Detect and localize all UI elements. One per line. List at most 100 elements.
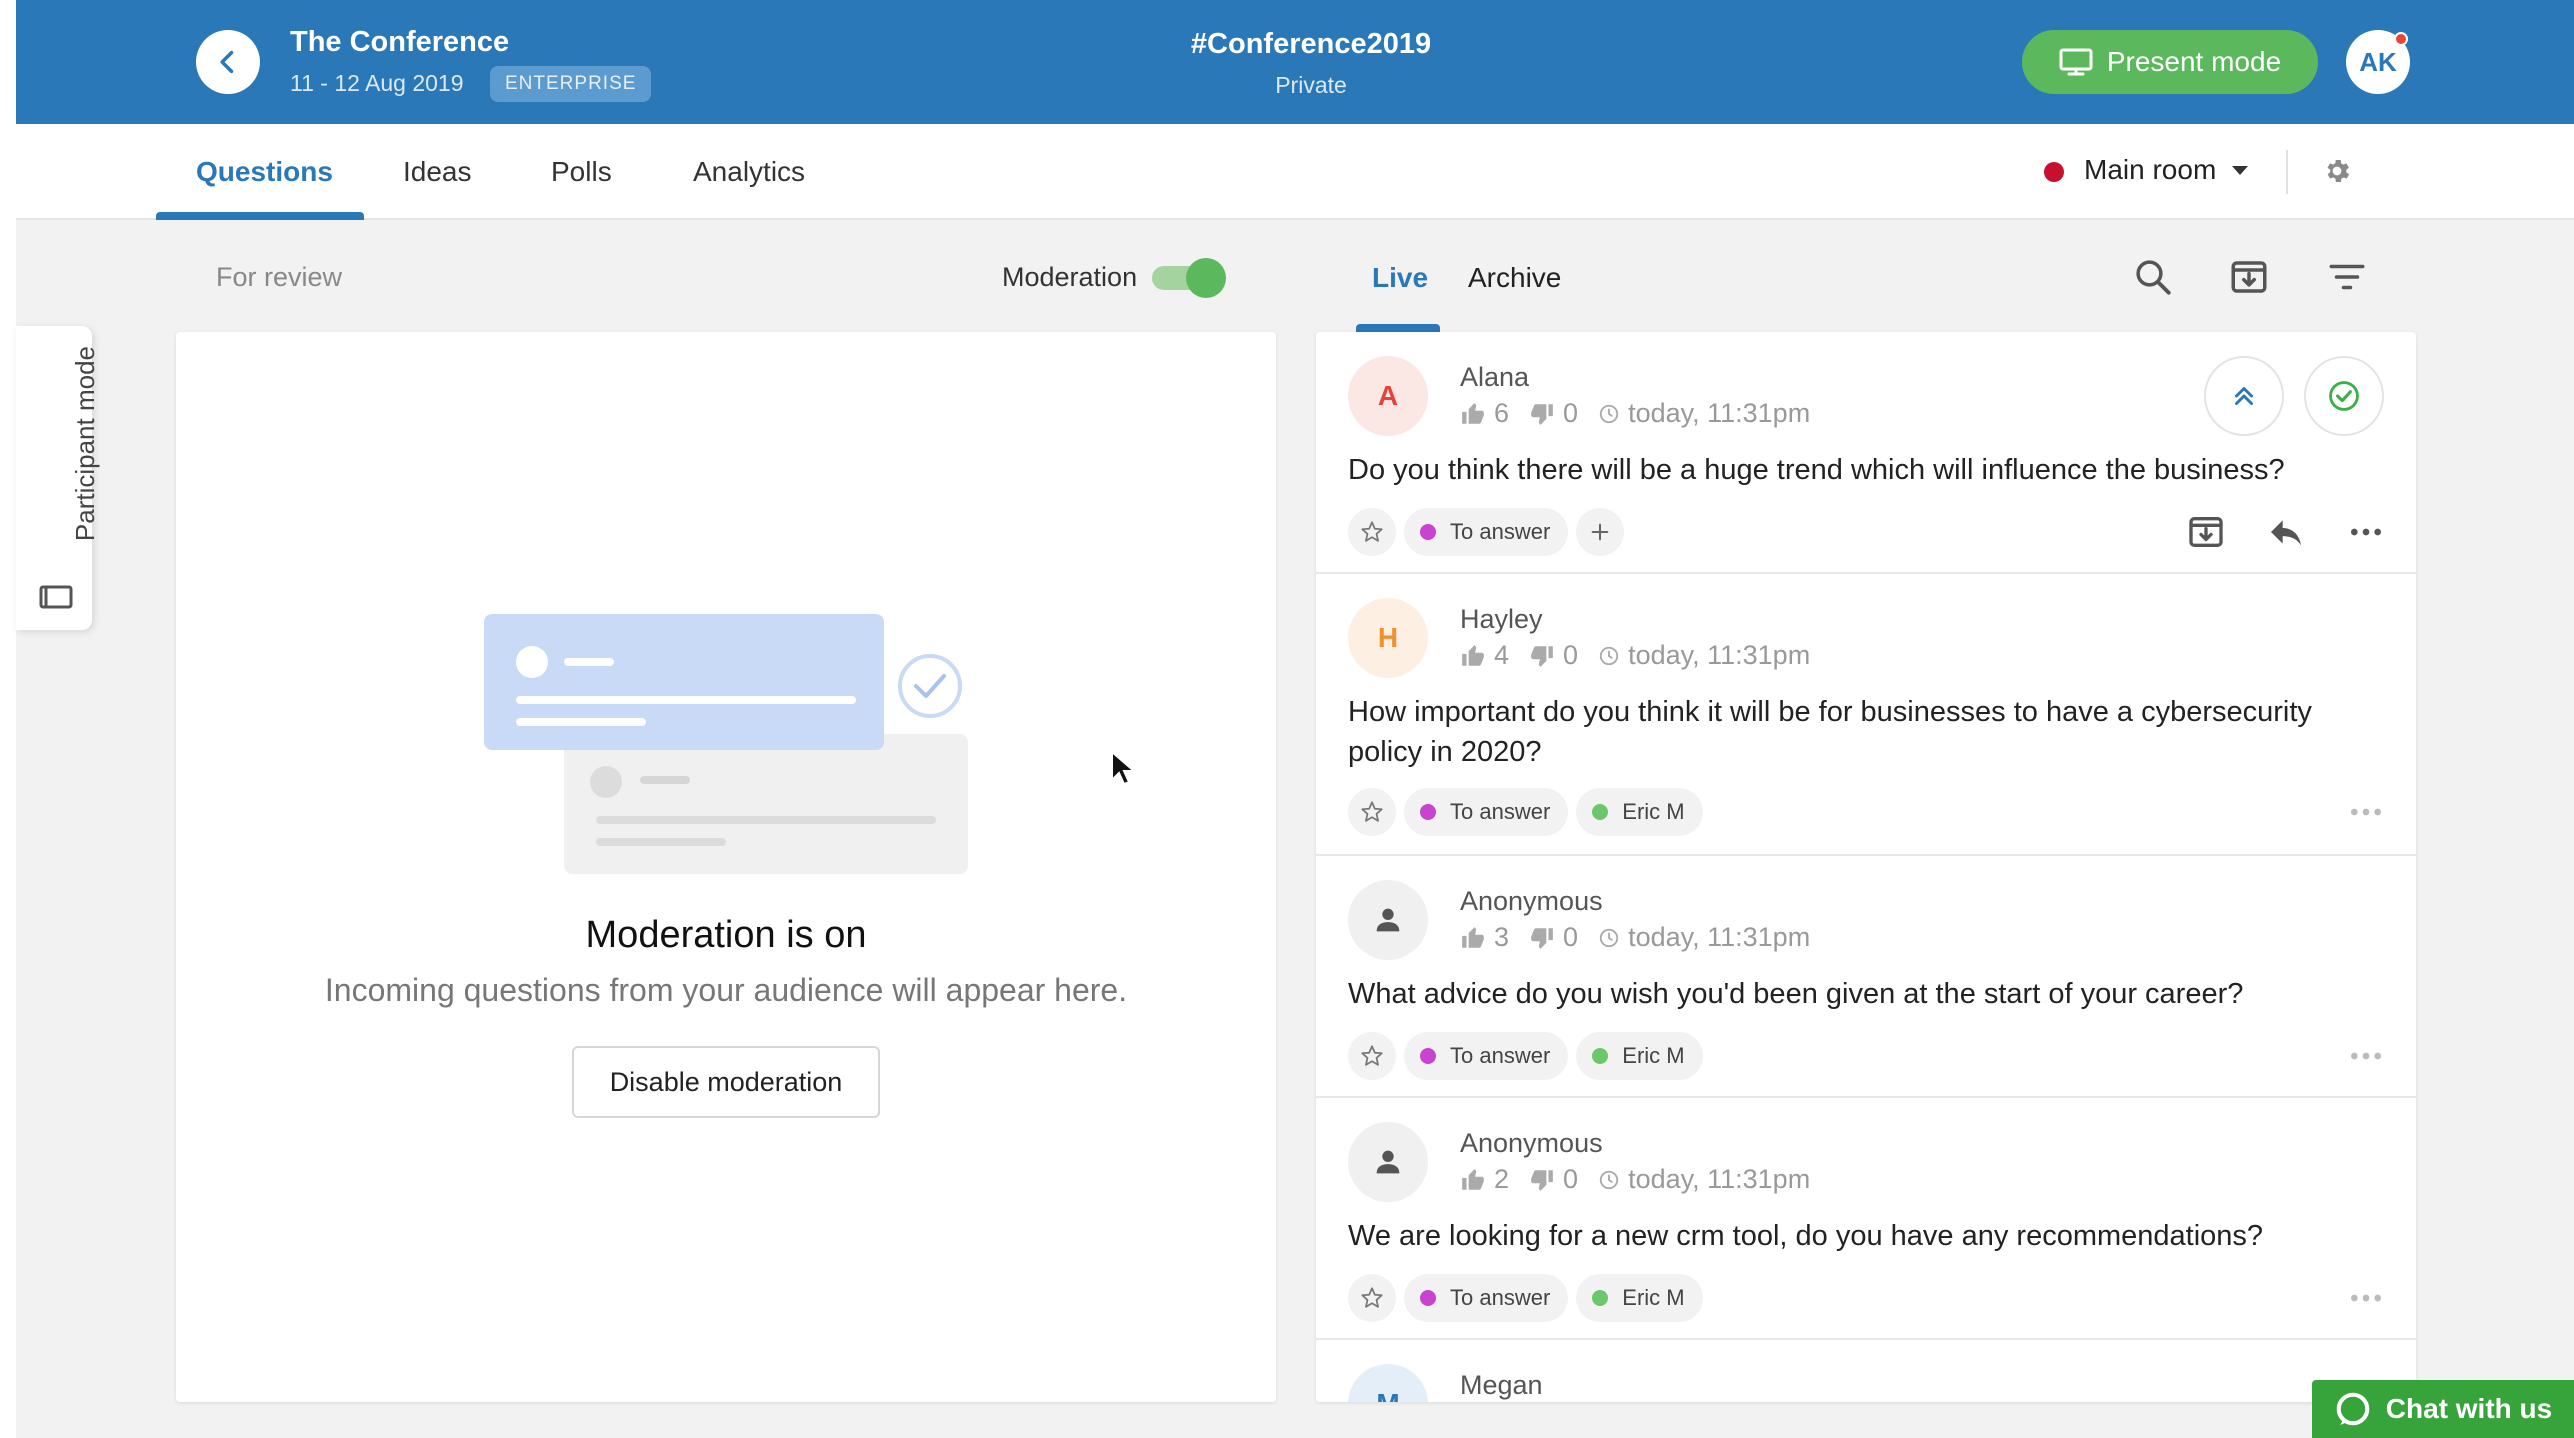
gear-icon[interactable] bbox=[2322, 156, 2352, 186]
star-button[interactable] bbox=[1348, 788, 1396, 836]
check-circle-icon bbox=[2329, 381, 2359, 411]
present-mode-button[interactable]: Present mode bbox=[2022, 30, 2318, 94]
dislike-count: 0 bbox=[1563, 640, 1579, 670]
plan-badge: ENTERPRISE bbox=[490, 66, 652, 102]
person-icon bbox=[1376, 1150, 1400, 1174]
monitor-icon bbox=[2059, 48, 2093, 76]
notification-dot bbox=[2394, 32, 2408, 46]
event-hashtag: #Conference2019 bbox=[1190, 28, 1432, 60]
assignee-dot bbox=[1592, 1048, 1609, 1064]
star-button[interactable] bbox=[1348, 1274, 1396, 1322]
tab-polls[interactable]: Polls bbox=[551, 124, 612, 220]
star-button[interactable] bbox=[1348, 1032, 1396, 1080]
question-item: Anonymous 3 0 today, 11:31pm What advice… bbox=[1316, 856, 2416, 1096]
question-time: today, 11:31pm bbox=[1628, 398, 1811, 428]
question-actions: To answer bbox=[1348, 508, 1625, 556]
assignee-label: Eric M bbox=[1622, 1285, 1685, 1310]
assignee-dot bbox=[1592, 1290, 1609, 1306]
author-avatar: M bbox=[1348, 1364, 1428, 1402]
star-icon bbox=[1361, 521, 1383, 542]
chat-label: Chat with us bbox=[2385, 1393, 2553, 1424]
search-icon[interactable] bbox=[2132, 256, 2174, 298]
thumb-up-icon bbox=[1462, 644, 1484, 666]
participant-mode-tab[interactable]: Participant mode bbox=[16, 326, 100, 630]
tab-analytics[interactable]: Analytics bbox=[693, 124, 805, 220]
main-nav: Questions Ideas Polls Analytics Main roo… bbox=[16, 124, 2574, 220]
highlight-button[interactable] bbox=[2204, 356, 2284, 436]
status-label-pill[interactable]: To answer bbox=[1404, 788, 1569, 836]
star-icon bbox=[1361, 1045, 1383, 1066]
back-button[interactable] bbox=[196, 30, 260, 94]
question-text: We are looking for a new crm tool, do yo… bbox=[1348, 1220, 2264, 1252]
author-name: Hayley bbox=[1460, 604, 1543, 634]
status-label-pill[interactable]: To answer bbox=[1404, 508, 1569, 556]
question-actions: To answer Eric M bbox=[1348, 1032, 1703, 1080]
event-date: 11 - 12 Aug 2019 bbox=[290, 70, 464, 96]
question-item: H Hayley 4 0 today, 11:31pm How importan… bbox=[1316, 574, 2416, 854]
room-selector[interactable]: Main room bbox=[2084, 154, 2216, 186]
double-chevron-up-icon bbox=[2235, 387, 2253, 405]
chat-with-us-button[interactable]: Chat with us bbox=[2312, 1380, 2574, 1438]
assignee-pill[interactable]: Eric M bbox=[1576, 1274, 1703, 1322]
author-name: Anonymous bbox=[1460, 1128, 1603, 1158]
more-options-icon[interactable] bbox=[2346, 1036, 2386, 1076]
dislike-count: 0 bbox=[1563, 1164, 1579, 1194]
author-avatar: H bbox=[1348, 598, 1428, 678]
chevron-left-icon bbox=[220, 50, 234, 74]
disable-moderation-button[interactable]: Disable moderation bbox=[572, 1046, 880, 1118]
assignee-dot bbox=[1592, 804, 1609, 820]
moderation-illustration bbox=[484, 614, 968, 874]
assignee-pill[interactable]: Eric M bbox=[1576, 1032, 1703, 1080]
filter-icon[interactable] bbox=[2326, 256, 2368, 298]
more-options-icon[interactable] bbox=[2346, 792, 2386, 832]
dislike-count: 0 bbox=[1563, 398, 1579, 428]
archive-all-icon[interactable] bbox=[2228, 256, 2270, 298]
thumb-down-icon bbox=[1531, 403, 1553, 425]
user-avatar[interactable]: AK bbox=[2346, 30, 2410, 94]
user-initials: AK bbox=[2359, 46, 2397, 77]
like-count: 4 bbox=[1494, 640, 1510, 670]
clock-icon bbox=[1599, 1170, 1619, 1189]
more-options-icon[interactable] bbox=[2346, 1278, 2386, 1318]
moderation-toggle[interactable] bbox=[1152, 258, 1228, 298]
question-meta: 6 0 today, 11:31pm bbox=[1460, 398, 1810, 429]
like-count: 2 bbox=[1494, 1164, 1510, 1194]
thumb-up-icon bbox=[1462, 402, 1484, 424]
star-button[interactable] bbox=[1348, 508, 1396, 556]
author-avatar: A bbox=[1348, 356, 1428, 436]
question-actions: To answer Eric M bbox=[1348, 788, 1703, 836]
archive-icon[interactable] bbox=[2186, 512, 2226, 552]
tab-questions[interactable]: Questions bbox=[196, 124, 333, 220]
clock-icon bbox=[1599, 404, 1619, 423]
reply-icon[interactable] bbox=[2266, 512, 2306, 552]
question-meta: 4 0 today, 11:31pm bbox=[1460, 640, 1810, 671]
status-label: To answer bbox=[1450, 519, 1551, 544]
question-time: today, 11:31pm bbox=[1628, 640, 1811, 670]
assignee-label: Eric M bbox=[1622, 1043, 1685, 1068]
mouse-cursor-icon bbox=[1111, 750, 1136, 786]
nav-divider bbox=[2286, 150, 2288, 194]
tab-ideas[interactable]: Ideas bbox=[403, 124, 472, 220]
more-options-icon[interactable] bbox=[2346, 512, 2386, 552]
status-label-pill[interactable]: To answer bbox=[1404, 1274, 1569, 1322]
event-title: The Conference bbox=[290, 26, 510, 58]
like-count: 3 bbox=[1494, 922, 1510, 952]
caret-down-icon[interactable] bbox=[2232, 166, 2248, 175]
chat-bubble-icon bbox=[2336, 1392, 2370, 1426]
author-name: Megan bbox=[1460, 1370, 1543, 1400]
anonymous-avatar bbox=[1348, 1122, 1428, 1202]
participant-mode-label: Participant mode bbox=[70, 346, 100, 542]
room-status-dot bbox=[2044, 162, 2064, 182]
moderation-label: Moderation bbox=[1002, 262, 1138, 292]
add-label-button[interactable] bbox=[1576, 508, 1625, 556]
mark-answered-button[interactable] bbox=[2304, 356, 2384, 436]
status-label: To answer bbox=[1450, 1285, 1551, 1310]
active-tab-indicator bbox=[156, 212, 364, 220]
for-review-heading: For review bbox=[216, 262, 343, 292]
question-text: How important do you think it will be fo… bbox=[1348, 696, 2312, 768]
tab-live[interactable]: Live bbox=[1372, 262, 1428, 294]
assignee-pill[interactable]: Eric M bbox=[1576, 788, 1703, 836]
tab-archive[interactable]: Archive bbox=[1468, 262, 1561, 294]
status-label-pill[interactable]: To answer bbox=[1404, 1032, 1569, 1080]
status-dot bbox=[1420, 524, 1436, 540]
